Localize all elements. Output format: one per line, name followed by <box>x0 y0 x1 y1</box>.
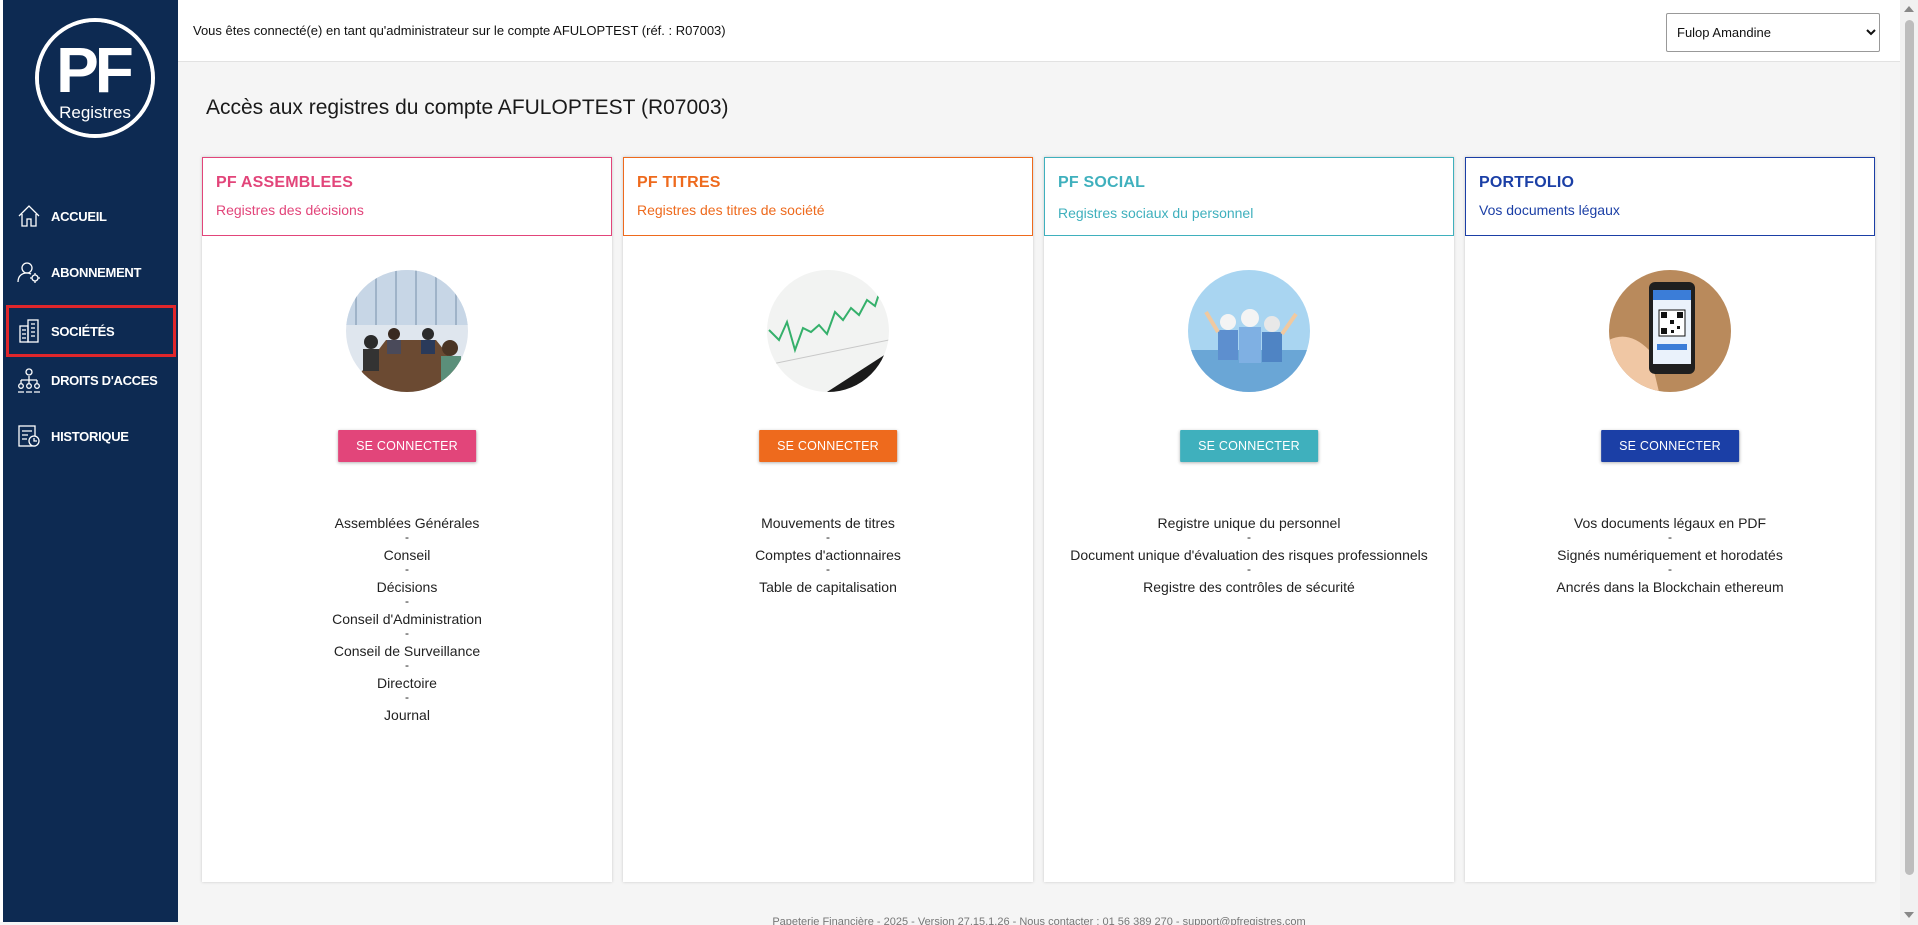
feature-item: Comptes d'actionnaires <box>755 547 901 563</box>
feature-item: Ancrés dans la Blockchain ethereum <box>1556 579 1784 595</box>
card-subtitle: Registres sociaux du personnel <box>1058 205 1254 221</box>
sidebar-item-label: ACCUEIL <box>51 208 107 224</box>
sidebar-item-label: SOCIÉTÉS <box>51 323 115 339</box>
scroll-up-arrow-icon[interactable] <box>1904 6 1914 12</box>
card-header: PF SOCIAL Registres sociaux du personnel <box>1044 157 1454 236</box>
phone-qr-photo <box>1609 270 1731 392</box>
logo-big-text: PF <box>56 34 132 106</box>
se-connecter-button[interactable]: SE CONNECTER <box>759 430 897 462</box>
feature-item: Directoire <box>377 675 437 691</box>
feature-list: Registre unique du personnel - Document … <box>1044 515 1454 595</box>
stock-chart-photo <box>767 270 889 392</box>
sidebar-item-historique[interactable]: HISTORIQUE <box>6 413 172 459</box>
app-window: PF Registres ACCUEIL ABONNEMENT SOCIÉTÉS <box>0 0 1900 925</box>
card-pf-assemblees: PF ASSEMBLEES Registres des décisions SE… <box>202 157 612 882</box>
feature-item: Décisions <box>376 579 438 595</box>
meeting-photo <box>346 270 468 392</box>
sidebar: PF Registres ACCUEIL ABONNEMENT SOCIÉTÉS <box>0 0 178 922</box>
se-connecter-button[interactable]: SE CONNECTER <box>1180 430 1318 462</box>
user-select[interactable]: Fulop Amandine <box>1666 13 1880 52</box>
org-chart-icon <box>15 366 43 394</box>
feature-item: Registre unique du personnel <box>1157 515 1341 531</box>
page-scrollbar[interactable] <box>1900 0 1918 925</box>
feature-separator: - <box>1668 562 1672 576</box>
scroll-down-arrow-icon[interactable] <box>1904 912 1914 918</box>
sidebar-item-societes[interactable]: SOCIÉTÉS <box>6 305 176 357</box>
pf-registres-logo[interactable]: PF Registres <box>33 14 157 144</box>
feature-separator: - <box>405 690 409 704</box>
feature-item: Journal <box>384 707 430 723</box>
feature-separator: - <box>826 530 830 544</box>
feature-list: Mouvements de titres - Comptes d'actionn… <box>623 515 1033 595</box>
card-header: PF ASSEMBLEES Registres des décisions <box>202 157 612 236</box>
feature-item: Mouvements de titres <box>761 515 895 531</box>
feature-item: Vos documents légaux en PDF <box>1573 515 1767 531</box>
feature-separator: - <box>405 530 409 544</box>
feature-item: Conseil <box>383 547 431 563</box>
footer-text: Papeterie Financière - 2025 - Version 27… <box>772 916 1306 925</box>
se-connecter-button[interactable]: SE CONNECTER <box>1601 430 1739 462</box>
feature-separator: - <box>1247 530 1251 544</box>
card-title: PORTFOLIO <box>1479 174 1575 191</box>
feature-item: Assemblées Générales <box>334 515 480 531</box>
sidebar-item-label: ABONNEMENT <box>51 264 142 280</box>
feature-separator: - <box>1247 562 1251 576</box>
feature-separator: - <box>405 562 409 576</box>
feature-separator: - <box>405 626 409 640</box>
card-header: PORTFOLIO Vos documents légaux <box>1465 157 1875 236</box>
buildings-icon <box>15 317 43 345</box>
admin-connection-message: Vous êtes connecté(e) en tant qu'adminis… <box>193 23 726 38</box>
feature-list: Assemblées Générales - Conseil - Décisio… <box>202 515 612 723</box>
card-header: PF TITRES Registres des titres de sociét… <box>623 157 1033 236</box>
sidebar-item-droits-acces[interactable]: DROITS D'ACCES <box>6 357 172 403</box>
card-subtitle: Registres des décisions <box>216 202 364 218</box>
workers-photo <box>1188 270 1310 392</box>
sidebar-item-accueil[interactable]: ACCUEIL <box>6 193 172 239</box>
card-title: PF ASSEMBLEES <box>216 174 354 191</box>
card-pf-titres: PF TITRES Registres des titres de sociét… <box>623 157 1033 882</box>
feature-item: Conseil d'Administration <box>332 611 482 627</box>
page-title: Accès aux registres du compte AFULOPTEST… <box>206 96 729 119</box>
feature-separator: - <box>405 658 409 672</box>
scrollbar-thumb[interactable] <box>1905 20 1914 875</box>
feature-separator: - <box>826 562 830 576</box>
card-subtitle: Vos documents légaux <box>1479 202 1620 218</box>
card-title: PF TITRES <box>637 174 721 191</box>
feature-item: Registre des contrôles de sécurité <box>1143 579 1355 595</box>
user-gear-icon <box>15 258 43 286</box>
feature-item: Table de capitalisation <box>759 579 897 595</box>
sidebar-item-abonnement[interactable]: ABONNEMENT <box>6 249 172 295</box>
top-bar: Vous êtes connecté(e) en tant qu'adminis… <box>178 0 1900 62</box>
house-icon <box>15 202 43 230</box>
feature-separator: - <box>1668 530 1672 544</box>
feature-item: Document unique d'évaluation des risques… <box>1070 547 1428 563</box>
history-icon <box>15 422 43 450</box>
card-pf-social: PF SOCIAL Registres sociaux du personnel… <box>1044 157 1454 882</box>
sidebar-item-label: HISTORIQUE <box>51 428 129 444</box>
se-connecter-button[interactable]: SE CONNECTER <box>338 430 476 462</box>
feature-item: Signés numériquement et horodatés <box>1557 547 1783 563</box>
feature-separator: - <box>405 594 409 608</box>
card-portfolio: PORTFOLIO Vos documents légaux SE CONNEC… <box>1465 157 1875 882</box>
footer: Papeterie Financière - 2025 - Version 27… <box>178 905 1900 925</box>
feature-item: Conseil de Surveillance <box>333 643 481 659</box>
feature-list: Vos documents légaux en PDF - Signés num… <box>1465 515 1875 595</box>
card-subtitle: Registres des titres de société <box>637 202 825 218</box>
logo-small-text: Registres <box>59 103 131 122</box>
card-title: PF SOCIAL <box>1058 174 1146 191</box>
sidebar-item-label: DROITS D'ACCES <box>51 372 158 388</box>
